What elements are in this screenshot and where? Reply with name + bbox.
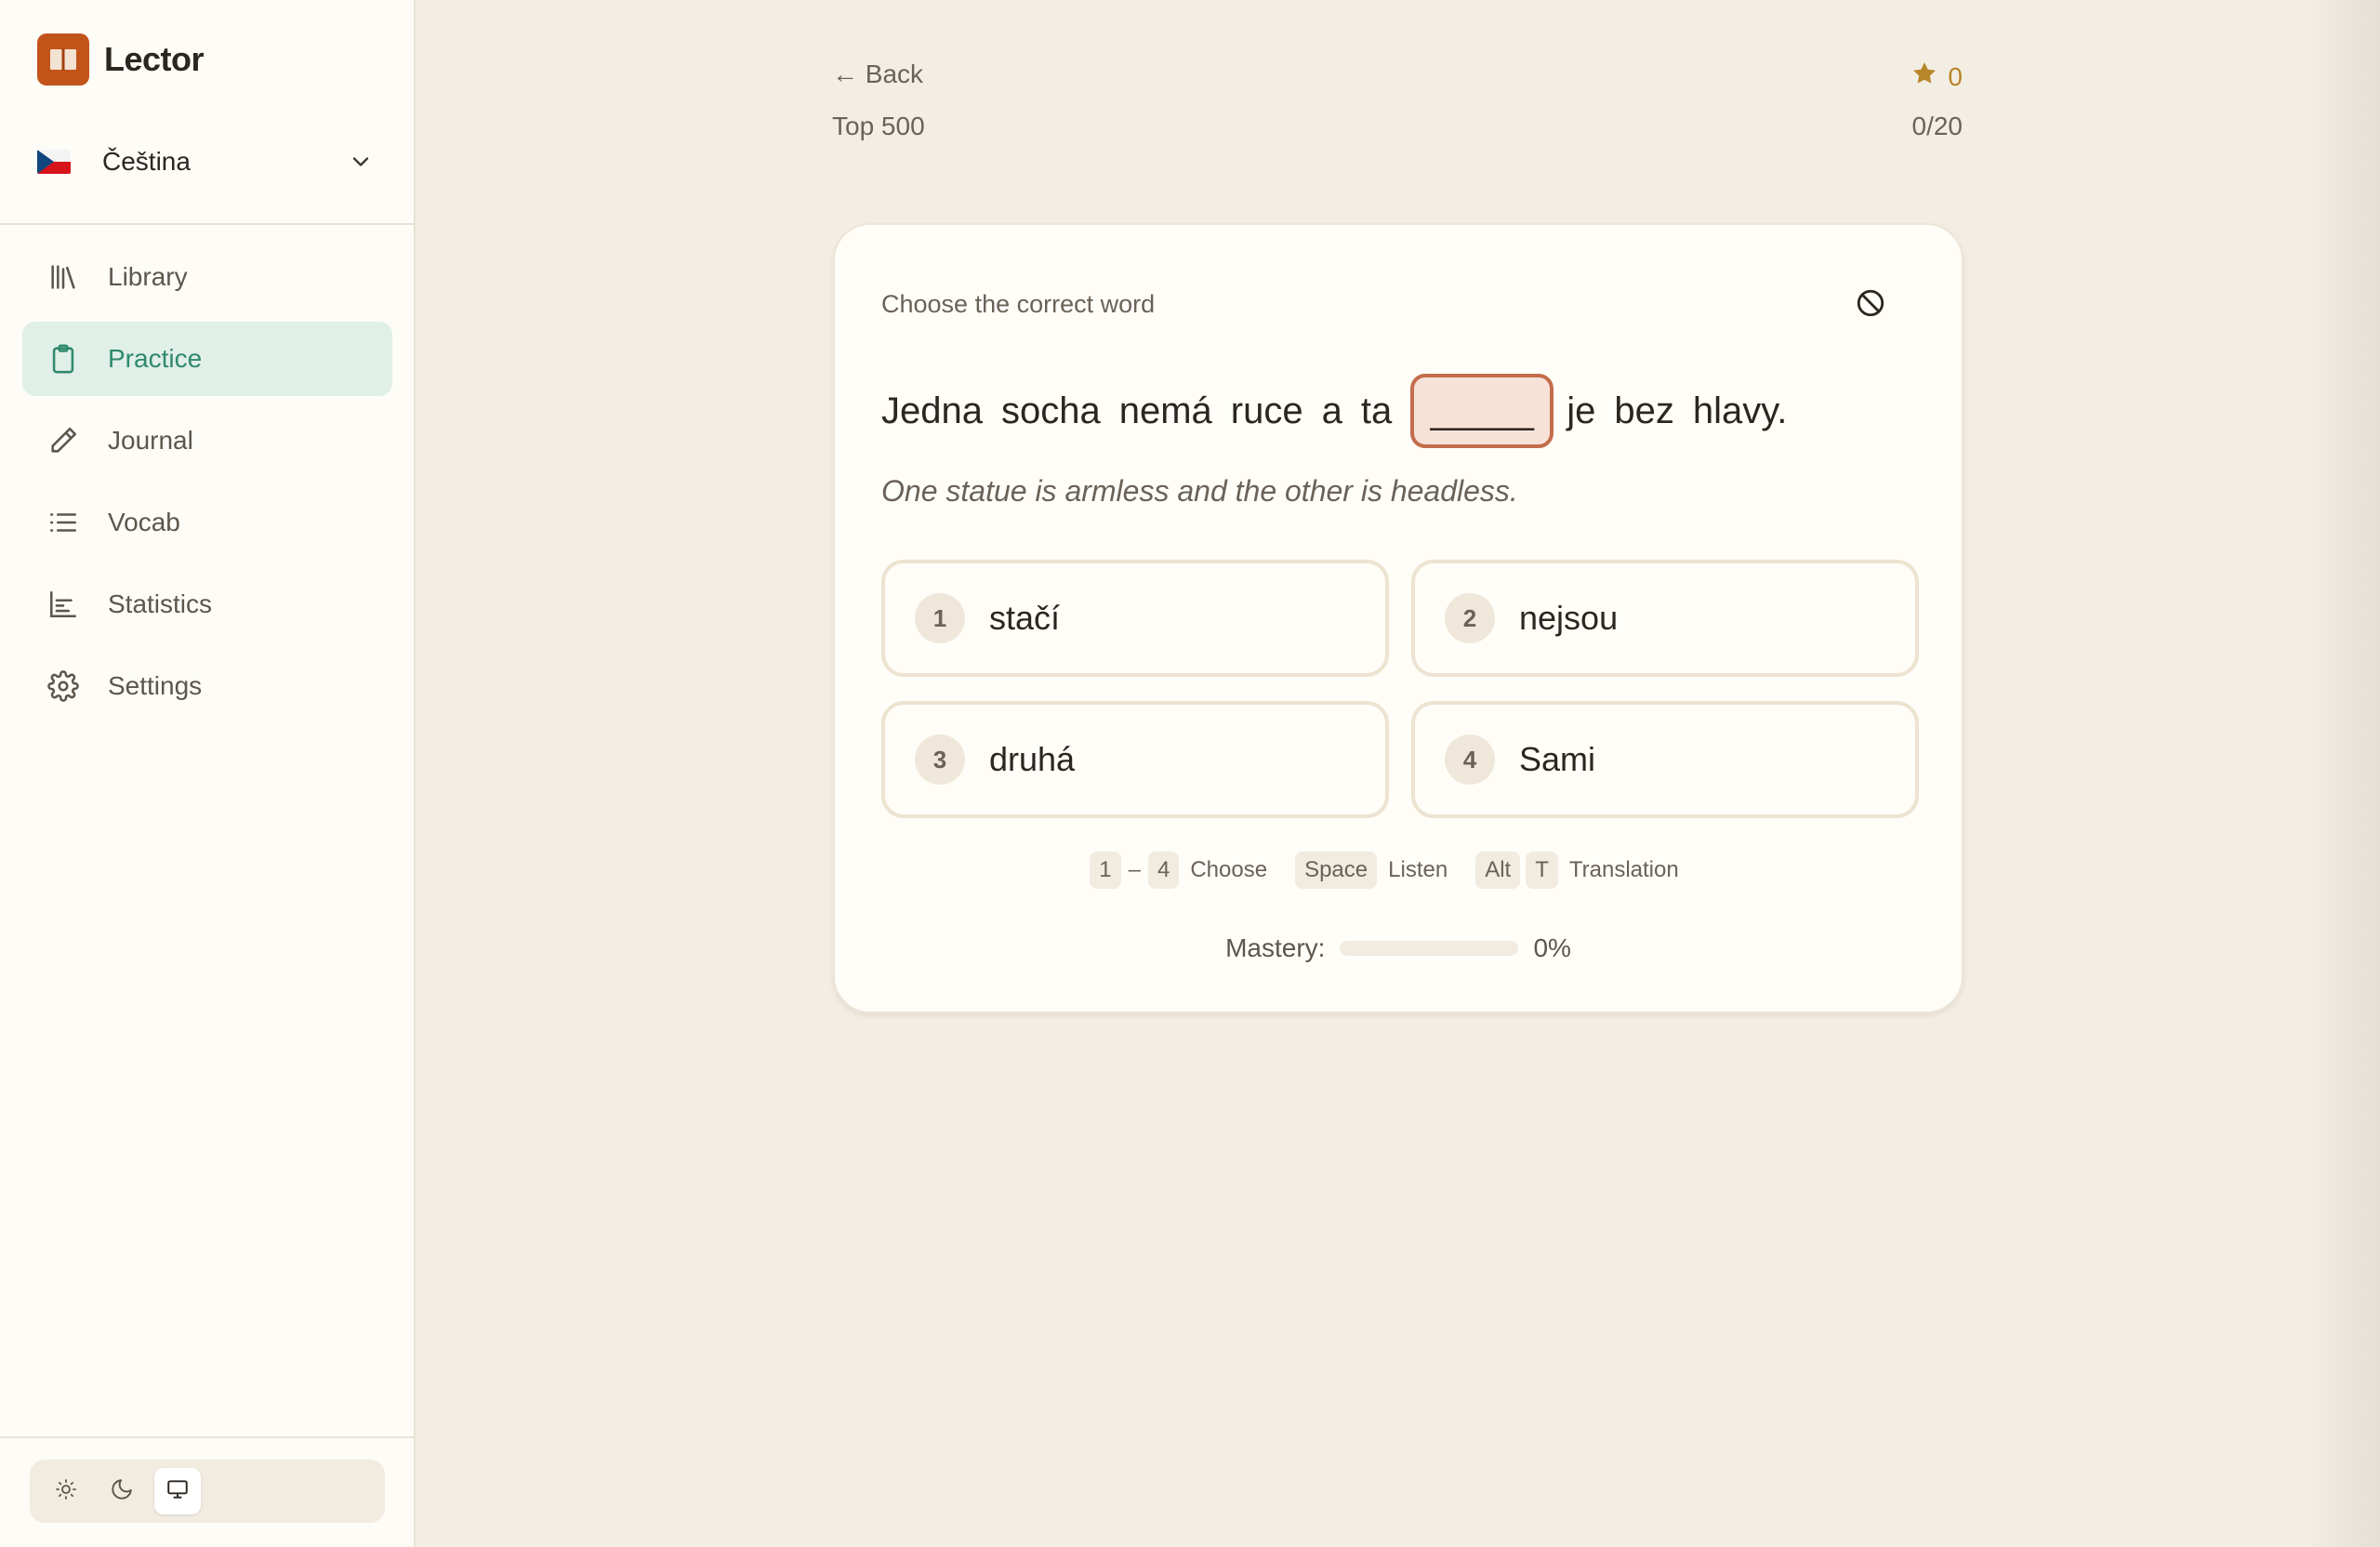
key-alt: Alt xyxy=(1475,852,1521,889)
answer-option-1[interactable]: 1 stačí xyxy=(881,560,1389,677)
pencil-icon xyxy=(45,422,82,459)
sentence-word: nemá xyxy=(1118,390,1212,431)
library-icon xyxy=(45,258,82,296)
moon-icon xyxy=(110,1477,134,1506)
sentence-translation: One statue is armless and the other is h… xyxy=(881,474,1518,508)
sidebar-item-label: Statistics xyxy=(108,589,213,618)
book-logo-icon xyxy=(37,33,89,86)
sun-icon xyxy=(55,1478,77,1505)
deck-title: Top 500 xyxy=(832,112,925,140)
language-label: Čeština xyxy=(102,147,191,176)
sidebar-item-practice[interactable]: Practice xyxy=(22,322,392,396)
theme-light-button[interactable] xyxy=(43,1468,89,1514)
ban-icon xyxy=(1855,287,1886,324)
exercise-card: Choose the correct word Jedna socha nemá… xyxy=(833,223,1964,1013)
chevron-down-icon xyxy=(348,149,374,179)
sidebar-item-label: Journal xyxy=(108,426,193,455)
progress-count: 0/20 xyxy=(1911,112,1964,140)
answer-option-4[interactable]: 4 Sami xyxy=(1411,701,1919,818)
sentence-word: je xyxy=(1567,390,1596,431)
sidebar-item-settings[interactable]: Settings xyxy=(22,649,392,723)
translation-label: Translation xyxy=(1568,857,1679,882)
choose-label: Choose xyxy=(1190,857,1268,882)
keyboard-shortcuts: 1 – 4 Choose Space Listen Alt T Translat… xyxy=(835,852,1962,889)
sidebar-item-library[interactable]: Library xyxy=(22,240,392,314)
right-edge-shade xyxy=(2306,0,2380,1547)
sentence-word: socha xyxy=(1000,390,1101,431)
option-text: Sami xyxy=(1519,740,1596,778)
option-text: stačí xyxy=(989,599,1061,637)
sidebar: Lector Čeština Library Practice Journal … xyxy=(0,0,416,1547)
sidebar-item-statistics[interactable]: Statistics xyxy=(22,567,392,641)
answer-option-2[interactable]: 2 nejsou xyxy=(1411,560,1919,677)
skip-button[interactable] xyxy=(1852,286,1889,324)
mastery-label: Mastery: xyxy=(1225,933,1326,962)
key-space: Space xyxy=(1295,852,1378,889)
back-link[interactable]: ← Back xyxy=(832,60,923,89)
option-text: nejsou xyxy=(1519,599,1619,637)
sidebar-item-label: Settings xyxy=(108,671,203,700)
cloze-sentence: Jedna socha nemá ruce a ta _____ je bez … xyxy=(881,374,1805,448)
mastery-percent: 0% xyxy=(1533,933,1571,962)
sentence-word: a xyxy=(1321,390,1342,431)
score-value: 0 xyxy=(1948,61,1963,91)
sentence-word: ta xyxy=(1360,390,1393,431)
brand[interactable]: Lector xyxy=(37,33,205,86)
option-number: 3 xyxy=(915,734,965,785)
sidebar-item-label: Practice xyxy=(108,344,203,373)
listen-label: Listen xyxy=(1388,857,1448,882)
theme-switcher xyxy=(30,1460,385,1523)
key-t: T xyxy=(1526,852,1558,889)
sidebar-bottom-divider xyxy=(0,1436,416,1438)
key-1: 1 xyxy=(1090,852,1121,889)
option-text: druhá xyxy=(989,740,1076,778)
bar-chart-icon xyxy=(45,586,82,623)
mastery: Mastery: 0% xyxy=(835,933,1962,963)
sidebar-nav: Library Practice Journal Vocab Statistic… xyxy=(22,240,392,731)
option-number: 1 xyxy=(915,593,965,643)
sentence-word: bez xyxy=(1614,390,1674,431)
answer-blank: _____ xyxy=(1410,374,1554,448)
czech-flag-icon xyxy=(37,150,71,174)
sidebar-item-journal[interactable]: Journal xyxy=(22,403,392,478)
score: 0 xyxy=(1911,60,1963,94)
sentence-word: ruce xyxy=(1230,390,1303,431)
sentence-word: Jedna xyxy=(881,390,983,431)
theme-system-button[interactable] xyxy=(154,1468,201,1514)
sidebar-divider xyxy=(0,223,416,225)
sidebar-item-label: Vocab xyxy=(108,508,180,536)
key-4: 4 xyxy=(1147,852,1180,889)
sidebar-item-label: Library xyxy=(108,262,188,291)
monitor-icon xyxy=(165,1477,190,1506)
mastery-bar xyxy=(1340,941,1519,956)
exercise-prompt: Choose the correct word xyxy=(881,290,1156,318)
sentence-word: hlavy. xyxy=(1692,390,1788,431)
range-separator: – xyxy=(1128,857,1141,882)
star-icon xyxy=(1911,60,1948,94)
theme-dark-button[interactable] xyxy=(99,1468,145,1514)
answer-option-3[interactable]: 3 druhá xyxy=(881,701,1389,818)
app-name: Lector xyxy=(104,40,205,78)
clipboard-icon xyxy=(45,340,82,377)
list-icon xyxy=(45,504,82,541)
language-select[interactable]: Čeština xyxy=(37,136,374,188)
gear-icon xyxy=(45,668,82,705)
option-number: 2 xyxy=(1445,593,1495,643)
option-number: 4 xyxy=(1445,734,1495,785)
sidebar-item-vocab[interactable]: Vocab xyxy=(22,485,392,560)
